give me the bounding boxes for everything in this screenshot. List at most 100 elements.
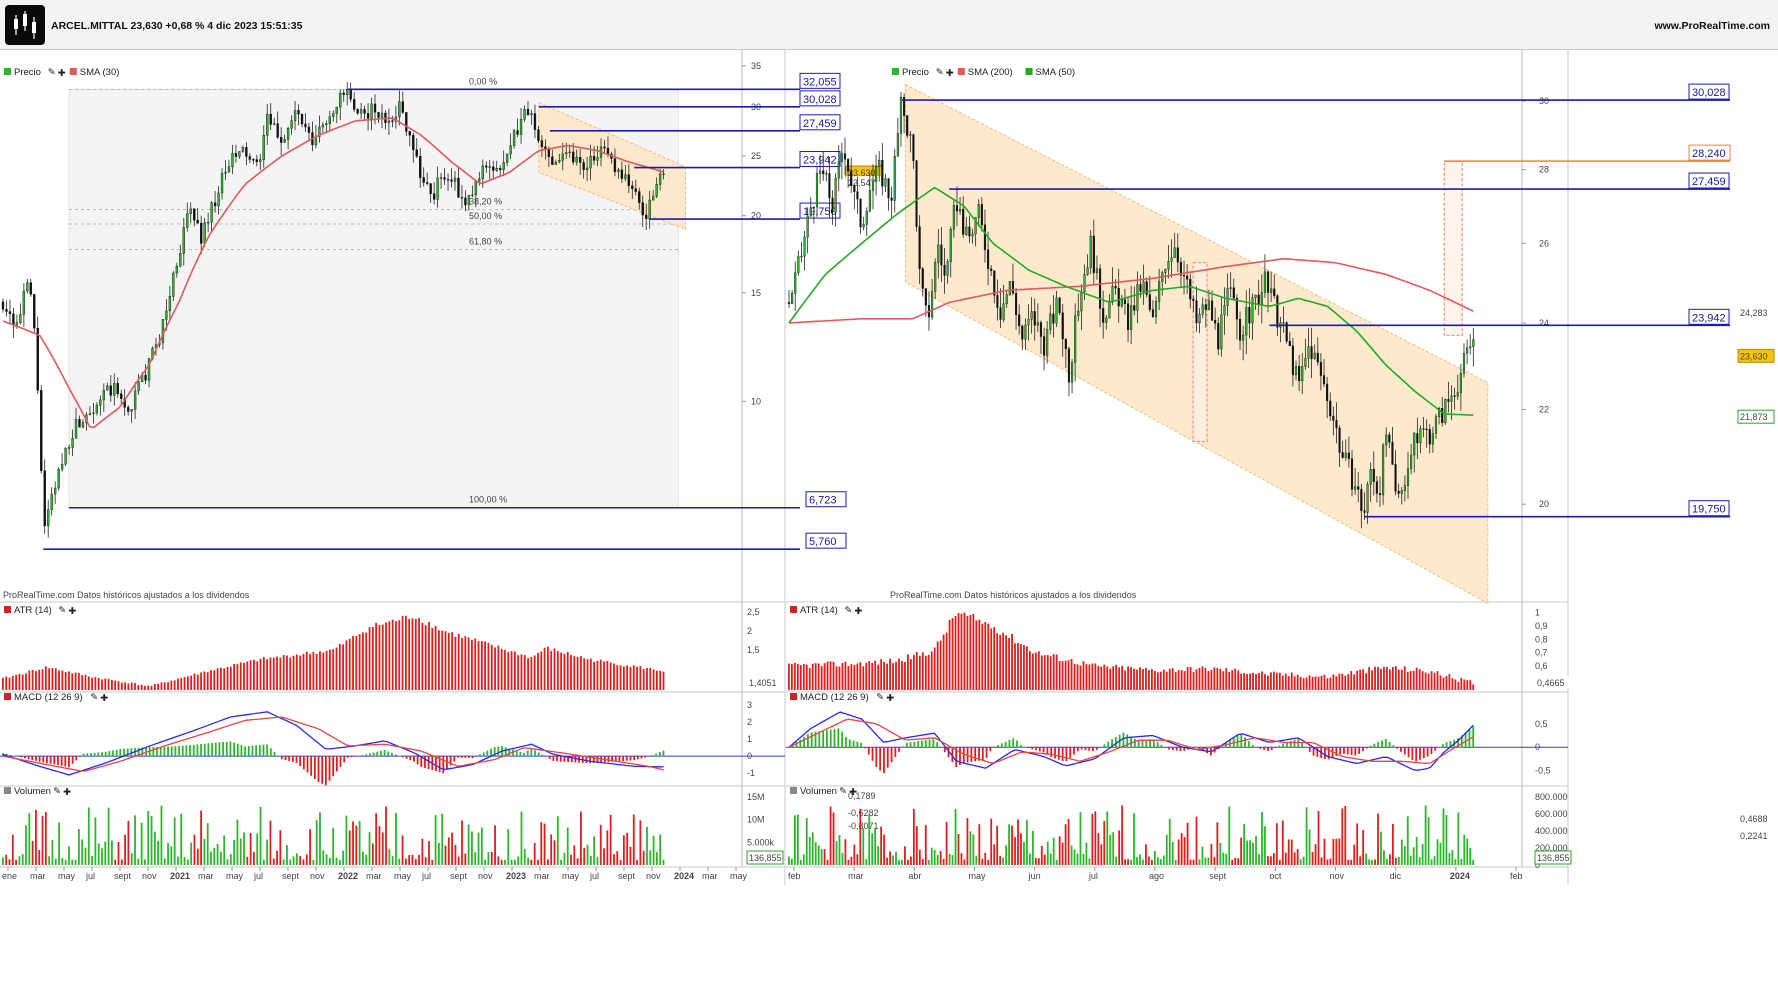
left-volume-bar	[315, 820, 318, 865]
left-macd-histogram-bar	[339, 756, 342, 767]
left-macd-histogram-bar	[152, 746, 155, 757]
left-candle-body	[387, 120, 391, 124]
left-volume-bar	[375, 813, 378, 865]
right-volume-bar	[1445, 815, 1448, 865]
right-candle-body	[1192, 298, 1195, 301]
right-atr-bar	[1415, 667, 1418, 690]
right-x-tick-label: jul	[1088, 871, 1098, 881]
right-volume-bar	[1142, 859, 1144, 865]
left-macd-tick-label: -1	[747, 768, 755, 778]
right-atr-bar	[886, 663, 888, 690]
left-candle-body	[457, 177, 460, 198]
right-volume-bar	[972, 834, 975, 865]
right-atr-bar	[1085, 664, 1088, 690]
left-candle-body	[165, 310, 168, 320]
right-macd-histogram-bar	[1270, 747, 1273, 751]
left-atr-bar	[8, 677, 11, 690]
right-candle-body	[1039, 322, 1043, 337]
right-volume-bar	[1436, 839, 1439, 865]
left-volume-bar	[603, 848, 605, 865]
left-candle-body	[450, 179, 453, 182]
right-volume-bar	[1272, 853, 1275, 865]
right-macd-histogram-bar	[1038, 747, 1041, 752]
left-volume-bar	[97, 843, 100, 865]
left-candle-body	[356, 109, 359, 114]
left-volume-bar	[35, 809, 37, 865]
left-candle-body	[193, 208, 196, 221]
right-atr-bar	[1037, 651, 1040, 690]
left-x-tick-label: mar	[702, 871, 718, 881]
right-macd-legend-swatch	[790, 693, 797, 700]
right-atr-bar	[1377, 666, 1379, 690]
left-atr-bar	[444, 631, 447, 690]
left-macd-histogram-bar	[42, 756, 45, 763]
right-volume-bar	[1121, 805, 1124, 865]
left-volume-bar	[81, 839, 84, 865]
left-macd-histogram-bar	[233, 742, 236, 757]
left-macd-histogram-bar	[541, 754, 544, 757]
right-atr-bar	[984, 621, 987, 690]
wrench-icon: ✎	[876, 692, 884, 703]
left-macd-histogram-bar	[218, 742, 221, 757]
left-candle-body	[120, 393, 123, 399]
right-volume-bar	[987, 859, 990, 865]
left-macd-histogram-bar	[27, 756, 30, 760]
right-volume-bar	[1332, 838, 1335, 865]
left-candle-body	[12, 313, 15, 326]
right-candle-body	[1360, 489, 1363, 512]
prorealtime-logo-icon[interactable]	[5, 5, 45, 45]
left-volume-bar	[15, 859, 18, 865]
right-volume-bar	[1213, 856, 1216, 865]
left-fibonacci-label: 38,20 %	[469, 197, 502, 207]
right-atr-bar	[1142, 669, 1144, 690]
site-link[interactable]: www.ProRealTime.com	[1654, 20, 1770, 32]
left-atr-bar	[626, 665, 629, 690]
right-candle-body	[952, 205, 955, 230]
left-volume-bar	[632, 814, 635, 865]
right-candle-body	[1431, 433, 1434, 445]
right-atr-bar	[1281, 675, 1284, 690]
chart-area[interactable]: 3530252015100,00 %38,20 %50,00 %61,80 %1…	[0, 50, 1778, 1000]
right-x-tick-label: oct	[1269, 871, 1282, 881]
left-macd-histogram-bar	[79, 756, 81, 758]
left-atr-bar	[537, 653, 539, 690]
left-macd-histogram-bar	[97, 752, 100, 757]
left-atr-bar	[5, 676, 8, 690]
right-candle-body	[1462, 353, 1466, 374]
right-candle-body	[959, 209, 962, 212]
left-candle-body	[638, 191, 641, 203]
left-atr-bar	[546, 646, 549, 690]
left-candle-body	[304, 123, 307, 128]
right-candle-body	[1341, 452, 1344, 458]
right-volume-bar	[1326, 859, 1329, 865]
left-candle-body	[380, 112, 384, 118]
left-candle-body	[339, 92, 342, 108]
right-candle-body	[1307, 346, 1310, 359]
right-macd-histogram-bar	[924, 740, 927, 748]
right-candle-body	[1117, 287, 1120, 307]
left-macd-histogram-bar	[530, 748, 533, 757]
right-volume-bar	[909, 856, 912, 865]
left-macd-histogram-bar	[185, 745, 188, 757]
right-atr-bar	[1103, 664, 1106, 690]
right-candle-body	[1242, 334, 1245, 341]
right-volume-bar	[1231, 859, 1234, 865]
right-volume-bar	[951, 855, 954, 865]
left-atr-bar	[477, 641, 480, 690]
left-candle-body	[283, 139, 286, 143]
left-candle-body	[426, 182, 429, 184]
right-candle-body	[1441, 408, 1444, 423]
left-macd-histogram-bar	[482, 752, 485, 757]
left-x-tick-label: ene	[2, 871, 17, 881]
left-macd-histogram-bar	[369, 753, 371, 757]
right-macd-histogram-bar	[1301, 742, 1304, 748]
right-level-label: 27,459	[1692, 176, 1726, 188]
left-volume-bar	[319, 812, 321, 865]
right-atr-tick-label: 1	[1535, 608, 1540, 618]
left-volume-bar	[583, 847, 586, 865]
right-volume-bar	[1088, 858, 1091, 865]
left-candle-body	[293, 110, 297, 121]
right-volume-bar	[990, 818, 993, 865]
right-macd-histogram-bar	[997, 744, 999, 748]
left-volume-bar	[441, 813, 444, 865]
